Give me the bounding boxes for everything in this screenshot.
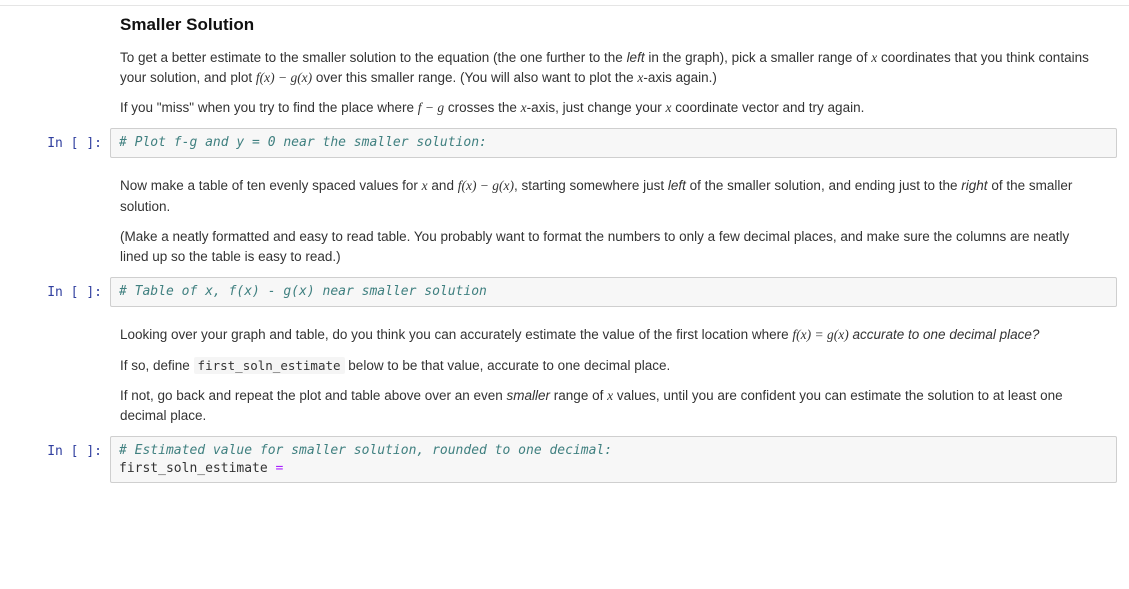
md-emph: accurate to one decimal place? [853, 327, 1040, 342]
top-divider [0, 5, 1129, 6]
section-heading: Smaller Solution [120, 12, 1099, 38]
code-input-area[interactable]: # Table of x, f(x) - g(x) near smaller s… [110, 277, 1117, 307]
inline-code: first_soln_estimate [194, 357, 345, 374]
code-cell-1: In [ ]: # Plot f-g and y = 0 near the sm… [12, 128, 1117, 158]
notebook-container: Smaller Solution To get a better estimat… [0, 0, 1129, 521]
code-cell-3: In [ ]: # Estimated value for smaller so… [12, 436, 1117, 483]
md-text: To get a better estimate to the smaller … [120, 50, 627, 65]
md-text: If so, define [120, 358, 194, 373]
math-f-minus-g: f − g [418, 100, 444, 115]
md3-paragraph-3: If not, go back and repeat the plot and … [120, 386, 1099, 427]
input-prompt: In [ ]: [12, 277, 110, 303]
code-comment: # Estimated value for smaller solution, … [119, 443, 612, 458]
markdown-cell-2: Now make a table of ten evenly spaced va… [120, 176, 1099, 267]
input-prompt: In [ ]: [12, 436, 110, 462]
code-input-area[interactable]: # Estimated value for smaller solution, … [110, 436, 1117, 483]
md-text: -axis again.) [643, 70, 717, 85]
md-text: , starting somewhere just [514, 178, 668, 193]
math-fx-eq-gx: f(x) = g(x) [792, 327, 848, 342]
md-text: Now make a table of ten evenly spaced va… [120, 178, 422, 193]
math-fx-minus-gx: f(x) − g(x) [256, 70, 312, 85]
markdown-cell-3: Looking over your graph and table, do yo… [120, 325, 1099, 426]
md-text: If you "miss" when you try to find the p… [120, 100, 418, 115]
md3-paragraph-2: If so, define first_soln_estimate below … [120, 356, 1099, 376]
input-prompt: In [ ]: [12, 128, 110, 154]
md-emph: smaller [507, 388, 551, 403]
md-text: crosses the [444, 100, 521, 115]
md-text: and [428, 178, 458, 193]
md-text: below to be that value, accurate to one … [345, 358, 671, 373]
code-comment: # Table of x, f(x) - g(x) near smaller s… [119, 284, 487, 299]
md-text: of the smaller solution, and ending just… [686, 178, 961, 193]
code-operator: = [276, 461, 284, 476]
md1-paragraph-2: If you "miss" when you try to find the p… [120, 98, 1099, 118]
md-text: Looking over your graph and table, do yo… [120, 327, 792, 342]
md-emph: left [668, 178, 686, 193]
md1-paragraph-1: To get a better estimate to the smaller … [120, 48, 1099, 89]
md-emph: left [627, 50, 645, 65]
md2-paragraph-2: (Make a neatly formatted and easy to rea… [120, 227, 1099, 268]
md-emph: right [961, 178, 987, 193]
code-identifier: first_soln_estimate [119, 461, 276, 476]
md2-paragraph-1: Now make a table of ten evenly spaced va… [120, 176, 1099, 217]
code-comment: # Plot f-g and y = 0 near the smaller so… [119, 135, 487, 150]
md-text: range of [550, 388, 607, 403]
md3-paragraph-1: Looking over your graph and table, do yo… [120, 325, 1099, 345]
code-cell-2: In [ ]: # Table of x, f(x) - g(x) near s… [12, 277, 1117, 307]
math-fx-minus-gx: f(x) − g(x) [458, 178, 514, 193]
code-input-area[interactable]: # Plot f-g and y = 0 near the smaller so… [110, 128, 1117, 158]
md-text: in the graph), pick a smaller range of [645, 50, 872, 65]
md-text: If not, go back and repeat the plot and … [120, 388, 507, 403]
md-text: coordinate vector and try again. [671, 100, 864, 115]
markdown-cell-heading: Smaller Solution To get a better estimat… [120, 12, 1099, 118]
md-text: over this smaller range. (You will also … [312, 70, 637, 85]
md-text: -axis, just change your [527, 100, 666, 115]
